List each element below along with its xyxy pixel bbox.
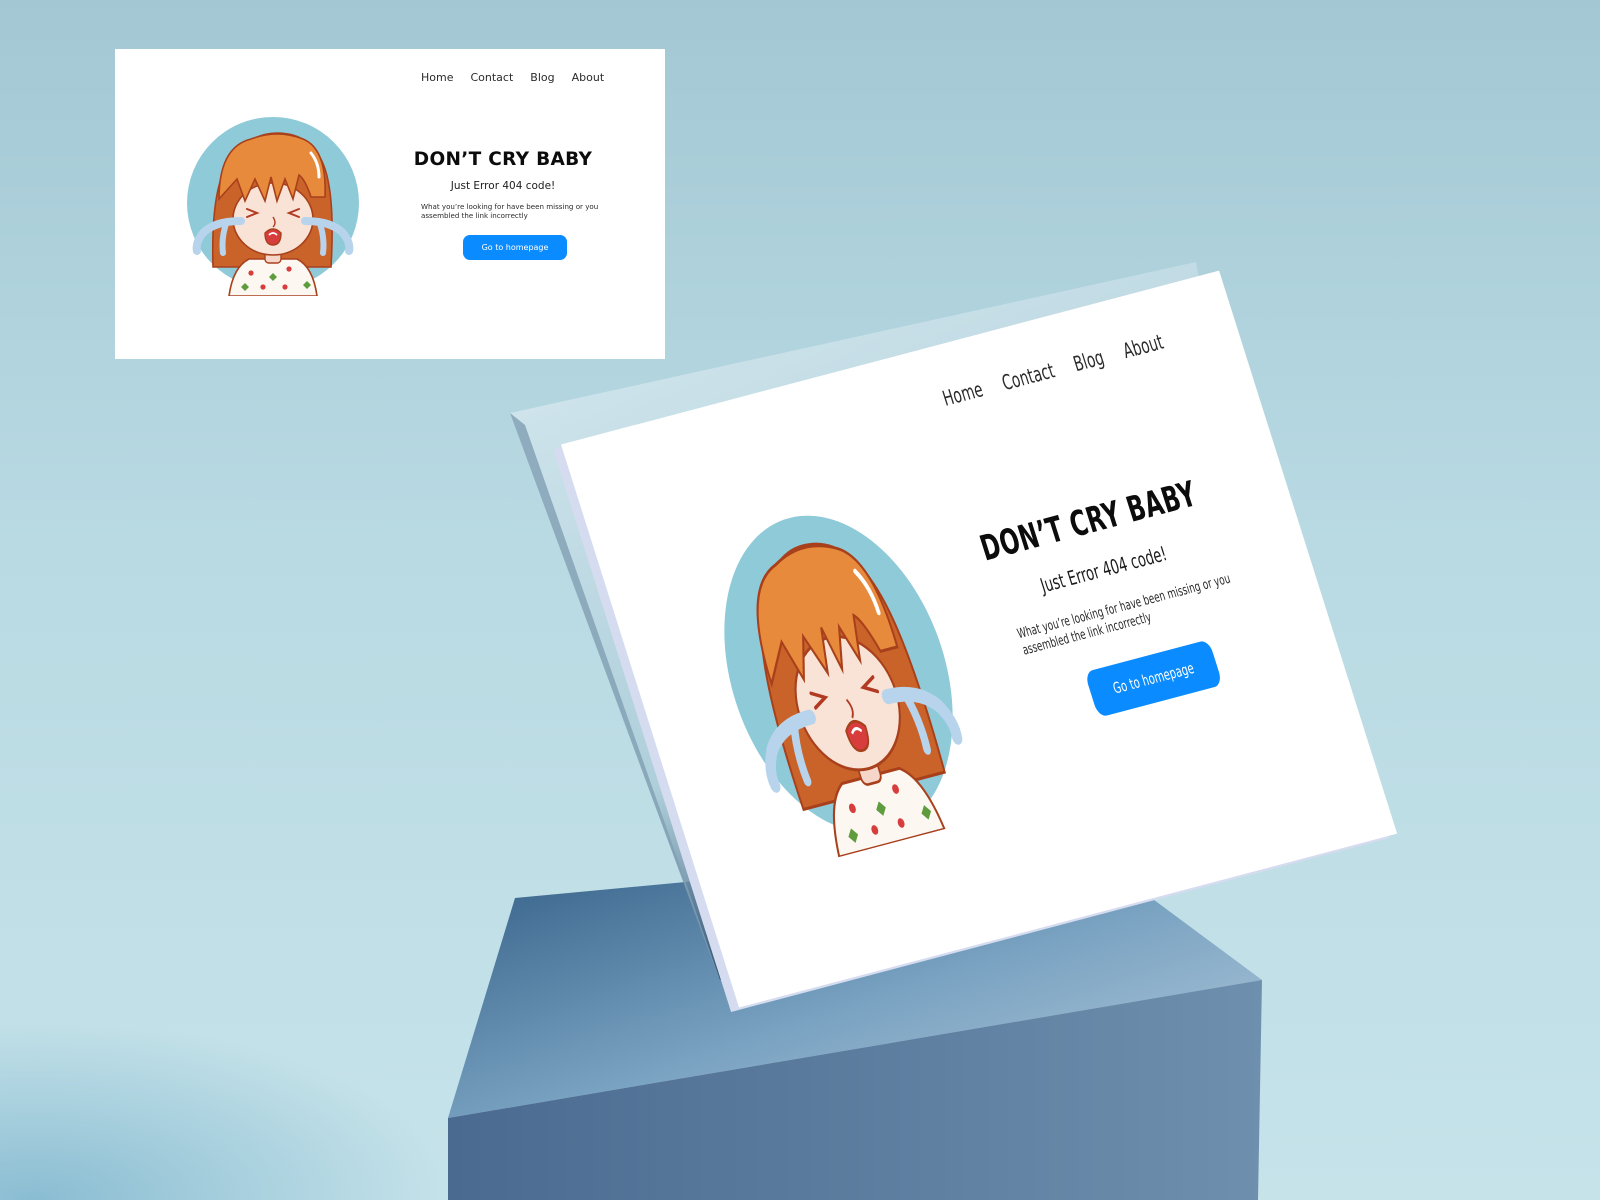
error-page: Home Contact Blog About DON’T CRY BABY J…	[115, 49, 665, 359]
crying-girl-illustration-tilted	[724, 515, 963, 859]
go-to-homepage-button-tilted[interactable]: Go to homepage	[1084, 639, 1224, 718]
error-headline: DON’T CRY BABY	[413, 149, 593, 170]
nav-contact-tilted[interactable]: Contact	[999, 359, 1058, 396]
nav-home[interactable]: Home	[421, 71, 453, 84]
crying-girl-illustration	[187, 117, 359, 296]
nav-blog[interactable]: Blog	[530, 71, 554, 84]
top-nav-tilted: Home Contact Blog About	[940, 330, 1167, 412]
top-nav: Home Contact Blog About	[421, 71, 604, 84]
nav-about[interactable]: About	[572, 71, 605, 84]
nav-contact[interactable]: Contact	[470, 71, 513, 84]
nav-blog-tilted[interactable]: Blog	[1071, 345, 1108, 376]
error-description: What you’re looking for have been missin…	[421, 202, 599, 220]
go-to-homepage-button[interactable]: Go to homepage	[463, 235, 567, 260]
nav-home-tilted[interactable]: Home	[940, 377, 986, 411]
error-subhead: Just Error 404 code!	[450, 180, 556, 192]
nav-about-tilted[interactable]: About	[1120, 330, 1166, 364]
